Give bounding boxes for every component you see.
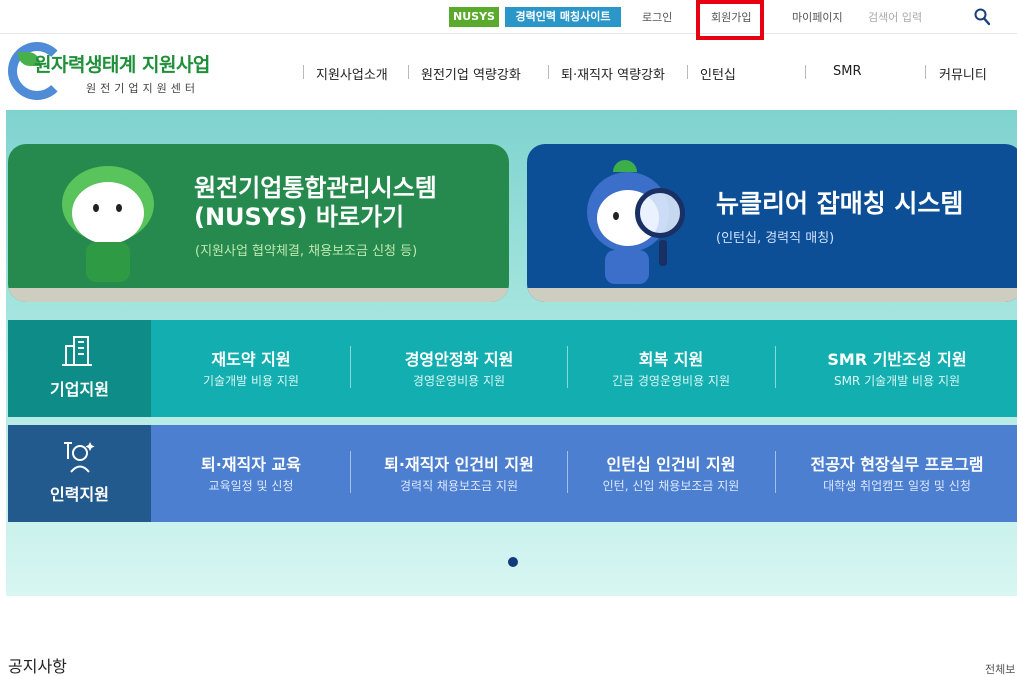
nav-separator (925, 65, 926, 79)
workforce-item-labor-cost[interactable]: 퇴·재직자 인건비 지원 경력직 채용보조금 지원 (351, 425, 567, 522)
workforce-item-education[interactable]: 퇴·재직자 교육 교육일정 및 신청 (151, 425, 351, 522)
company-item-smr[interactable]: SMR 기반조성 지원 SMR 기술개발 비용 지원 (775, 320, 1017, 417)
nusys-link[interactable]: NUSYS (449, 7, 499, 27)
company-support-band: 재도약 지원 기술개발 비용 지원 경영안정화 지원 경영운영비용 지원 회복 … (151, 320, 1017, 417)
card-strip (527, 288, 1017, 302)
company-item-title: 재도약 지원 (211, 350, 291, 369)
nusys-card[interactable]: 원전기업통합관리시스템 (NUSYS) 바로가기 (지원사업 협약체결, 채용보… (8, 144, 509, 302)
company-item-subtitle: SMR 기술개발 비용 지원 (833, 374, 961, 388)
company-support-label-box: 기업지원 (8, 320, 161, 417)
job-matching-card-title: 뉴클리어 잡매칭 시스템 (716, 189, 964, 218)
card-strip (8, 288, 509, 302)
workforce-item-title: 인턴십 인건비 지원 (606, 455, 736, 474)
page: NUSYS 경력인력 매칭사이트 로그인 회원가입 마이페이지 검색어 입력 원… (0, 0, 1017, 676)
nav-separator (805, 65, 806, 79)
nusys-card-title-line2: (NUSYS) 바로가기 (194, 203, 405, 231)
workforce-item-title: 퇴·재직자 인건비 지원 (384, 455, 534, 474)
search-input[interactable]: 검색어 입력 (868, 9, 922, 25)
utility-bar: NUSYS 경력인력 매칭사이트 로그인 회원가입 마이페이지 검색어 입력 (0, 0, 1017, 34)
workforce-support-label-box: 인력지원 (8, 425, 161, 522)
nav-item-internship[interactable]: 인턴십 (700, 64, 736, 83)
nusys-card-title: 원전기업통합관리시스템 (NUSYS) 바로가기 (194, 174, 437, 232)
login-link[interactable]: 로그인 (642, 9, 672, 25)
nav-item-smr[interactable]: SMR (833, 64, 862, 79)
site-logo[interactable]: 원자력생태계 지원사업 원전기업지원센터 (8, 38, 228, 104)
nav-separator (408, 65, 409, 79)
notice-more-link[interactable]: 전체보 (985, 661, 1015, 676)
company-item-subtitle: 기술개발 비용 지원 (203, 374, 299, 388)
building-icon (62, 336, 92, 366)
nav-separator (303, 65, 304, 79)
workforce-support-band: 퇴·재직자 교육 교육일정 및 신청 퇴·재직자 인건비 지원 경력직 채용보조… (151, 425, 1017, 522)
workforce-item-field-program[interactable]: 전공자 현장실무 프로그램 대학생 취업캠프 일정 및 신청 (775, 425, 1017, 522)
search-icon[interactable] (974, 8, 990, 26)
logo-title: 원자력생태계 지원사업 (34, 54, 210, 76)
workforce-item-subtitle: 인턴, 신입 채용보조금 지원 (602, 479, 740, 493)
company-item-subtitle: 경영운영비용 지원 (412, 374, 506, 388)
carousel-dot[interactable] (508, 557, 518, 567)
mascot-magnifier-icon (583, 160, 693, 290)
workforce-support-row: 인력지원 퇴·재직자 교육 교육일정 및 신청 퇴·재직자 인건비 지원 경력직… (8, 425, 1017, 522)
job-matching-card-subtitle: (인턴십, 경력직 매칭) (716, 231, 835, 246)
workforce-support-label: 인력지원 (50, 485, 109, 504)
mascot-green-icon (58, 158, 158, 288)
company-item-recovery[interactable]: 회복 지원 긴급 경영운영비용 지원 (567, 320, 775, 417)
company-item-relaunch[interactable]: 재도약 지원 기술개발 비용 지원 (151, 320, 351, 417)
nav-item-company[interactable]: 원전기업 역량강화 (421, 64, 521, 83)
logo-subtitle: 원전기업지원센터 (86, 82, 199, 95)
workforce-item-subtitle: 경력직 채용보조금 지원 (399, 479, 519, 493)
nav-item-intro[interactable]: 지원사업소개 (316, 64, 388, 83)
nusys-card-title-line1: 원전기업통합관리시스템 (194, 174, 437, 202)
signup-highlight (696, 0, 764, 40)
workforce-item-internship[interactable]: 인턴십 인건비 지원 인턴, 신입 채용보조금 지원 (567, 425, 775, 522)
company-item-stabilization[interactable]: 경영안정화 지원 경영운영비용 지원 (351, 320, 567, 417)
mypage-link[interactable]: 마이페이지 (792, 9, 843, 25)
nav-item-community[interactable]: 커뮤니티 (939, 64, 987, 83)
worker-icon (64, 442, 95, 473)
nav-item-workforce[interactable]: 퇴·재직자 역량강화 (561, 64, 665, 83)
job-matching-card[interactable]: 뉴클리어 잡매칭 시스템 (인턴십, 경력직 매칭) (527, 144, 1017, 302)
workforce-item-subtitle: 교육일정 및 신청 (208, 479, 294, 493)
workforce-item-subtitle: 대학생 취업캠프 일정 및 신청 (823, 479, 971, 493)
company-support-row: 기업지원 재도약 지원 기술개발 비용 지원 경영안정화 지원 경영운영비용 지… (8, 320, 1017, 417)
company-item-title: 경영안정화 지원 (404, 350, 514, 369)
workforce-item-title: 퇴·재직자 교육 (201, 455, 301, 474)
company-support-label: 기업지원 (50, 380, 109, 399)
nav-separator (687, 65, 688, 79)
workforce-item-title: 전공자 현장실무 프로그램 (810, 455, 984, 474)
company-item-title: SMR 기반조성 지원 (827, 350, 967, 369)
company-item-subtitle: 긴급 경영운영비용 지원 (611, 374, 731, 388)
matching-site-link[interactable]: 경력인력 매칭사이트 (505, 7, 621, 27)
nav-separator (548, 65, 549, 79)
notice-title: 공지사항 (8, 657, 67, 676)
company-item-title: 회복 지원 (638, 350, 704, 369)
nusys-card-subtitle: (지원사업 협약체결, 채용보조금 신청 등) (195, 244, 418, 259)
